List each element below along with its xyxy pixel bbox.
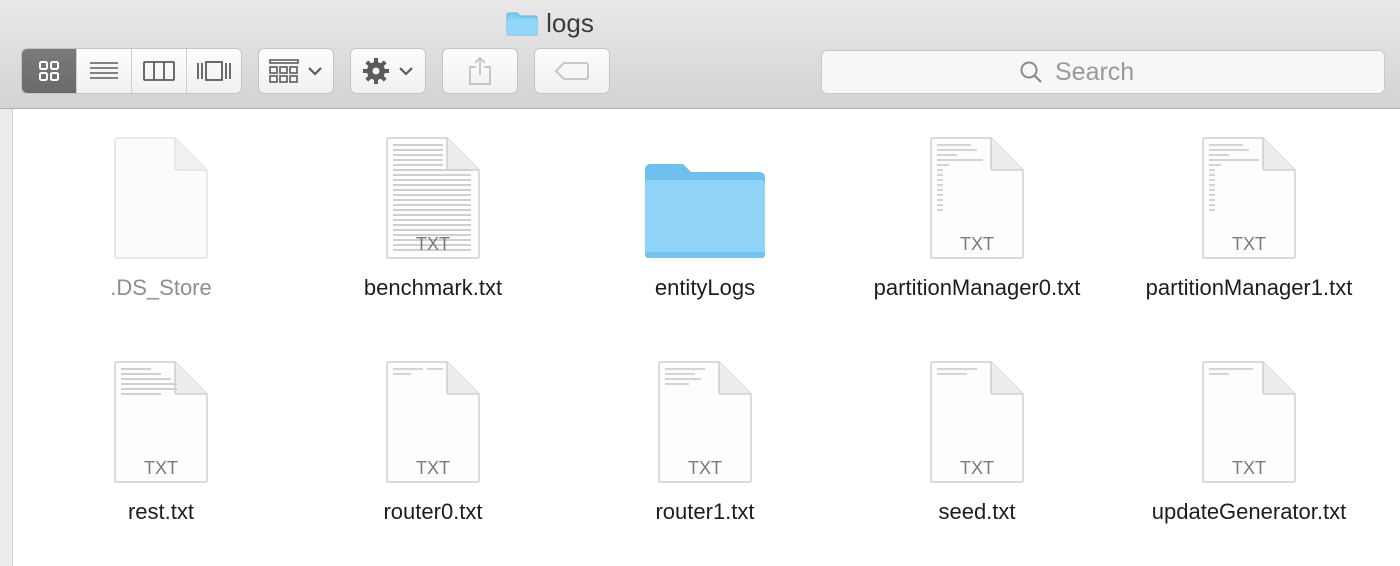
file-icon-wrapper [635, 120, 775, 260]
arrange-button[interactable] [258, 48, 334, 94]
file-item[interactable]: TXT router0.txt [313, 344, 553, 528]
icon-view-icon [39, 61, 59, 81]
file-item[interactable]: TXT seed.txt [857, 344, 1097, 528]
search-icon [1020, 61, 1042, 83]
search-field[interactable] [821, 50, 1385, 94]
file-grid: .DS_Store TXT benchmark.txt entityLogs T… [14, 110, 1400, 566]
action-button[interactable] [350, 48, 426, 94]
file-type-badge: TXT [1232, 458, 1266, 478]
file-name: .DS_Store [110, 275, 212, 300]
file-type-badge: TXT [416, 458, 450, 478]
tag-icon [554, 62, 589, 80]
tag-button[interactable] [534, 48, 610, 94]
file-icon-wrapper: TXT [907, 344, 1047, 484]
search-input[interactable] [1053, 56, 1187, 88]
file-icon-wrapper: TXT [635, 344, 775, 484]
sidebar-edge [0, 109, 13, 566]
file-type-badge: TXT [960, 234, 994, 254]
file-name: seed.txt [938, 499, 1016, 524]
column-view-icon [143, 61, 175, 81]
file-icon-wrapper: TXT [1179, 120, 1319, 260]
file-name: benchmark.txt [363, 275, 503, 300]
arrange-grid-icon [269, 59, 299, 83]
file-item[interactable]: TXT router1.txt [585, 344, 825, 528]
file-icon-wrapper: TXT [363, 344, 503, 484]
file-item[interactable]: entityLogs [585, 120, 825, 304]
file-item[interactable]: TXT updateGenerator.txt [1129, 344, 1369, 528]
file-type-badge: TXT [688, 458, 722, 478]
file-name: updateGenerator.txt [1151, 499, 1347, 524]
folder-icon [506, 12, 538, 35]
file-type-badge: TXT [1232, 234, 1266, 254]
file-icon-wrapper: TXT [907, 120, 1047, 260]
share-icon [469, 56, 491, 85]
window-title: logs [0, 8, 1100, 39]
list-view-button[interactable] [77, 49, 132, 93]
file-icon-wrapper: TXT [1179, 344, 1319, 484]
file-icon-wrapper [91, 120, 231, 260]
text-document-icon: TXT [658, 361, 752, 483]
chevron-down-icon [308, 67, 322, 76]
share-button[interactable] [442, 48, 518, 94]
file-name: partitionManager0.txt [873, 275, 1081, 300]
text-document-icon: TXT [930, 137, 1024, 259]
icon-view-button[interactable] [22, 49, 77, 93]
file-name: router1.txt [655, 499, 755, 524]
file-item[interactable]: TXT partitionManager1.txt [1129, 120, 1369, 304]
view-mode-control [21, 48, 242, 94]
gear-icon [363, 58, 389, 84]
folder-icon [645, 164, 765, 258]
column-view-button[interactable] [132, 49, 187, 93]
file-name: partitionManager1.txt [1145, 275, 1353, 300]
file-name: rest.txt [127, 499, 194, 524]
file-item[interactable]: TXT rest.txt [41, 344, 281, 528]
file-name: router0.txt [383, 499, 483, 524]
window-title-text: logs [546, 8, 594, 38]
text-document-icon: TXT [386, 361, 480, 483]
file-icon-wrapper: TXT [363, 120, 503, 260]
file-icon-wrapper: TXT [91, 344, 231, 484]
text-document-icon: TXT [930, 361, 1024, 483]
folder-name: entityLogs [654, 275, 756, 300]
chevron-down-icon [399, 67, 413, 76]
file-item[interactable]: TXT partitionManager0.txt [857, 120, 1097, 304]
text-document-icon: TXT [1202, 361, 1296, 483]
file-item[interactable]: .DS_Store [41, 120, 281, 304]
file-type-badge: TXT [416, 234, 450, 254]
text-document-icon: TXT [1202, 137, 1296, 259]
file-type-badge: TXT [144, 458, 178, 478]
blank-document-icon [114, 137, 208, 259]
text-document-icon: TXT [386, 137, 480, 259]
file-item[interactable]: TXT benchmark.txt [313, 120, 553, 304]
cover-flow-icon [197, 61, 231, 81]
toolbar: logs [0, 0, 1400, 109]
cover-flow-view-button[interactable] [187, 49, 241, 93]
list-view-icon [90, 62, 118, 79]
file-type-badge: TXT [960, 458, 994, 478]
text-document-icon: TXT [114, 361, 208, 483]
